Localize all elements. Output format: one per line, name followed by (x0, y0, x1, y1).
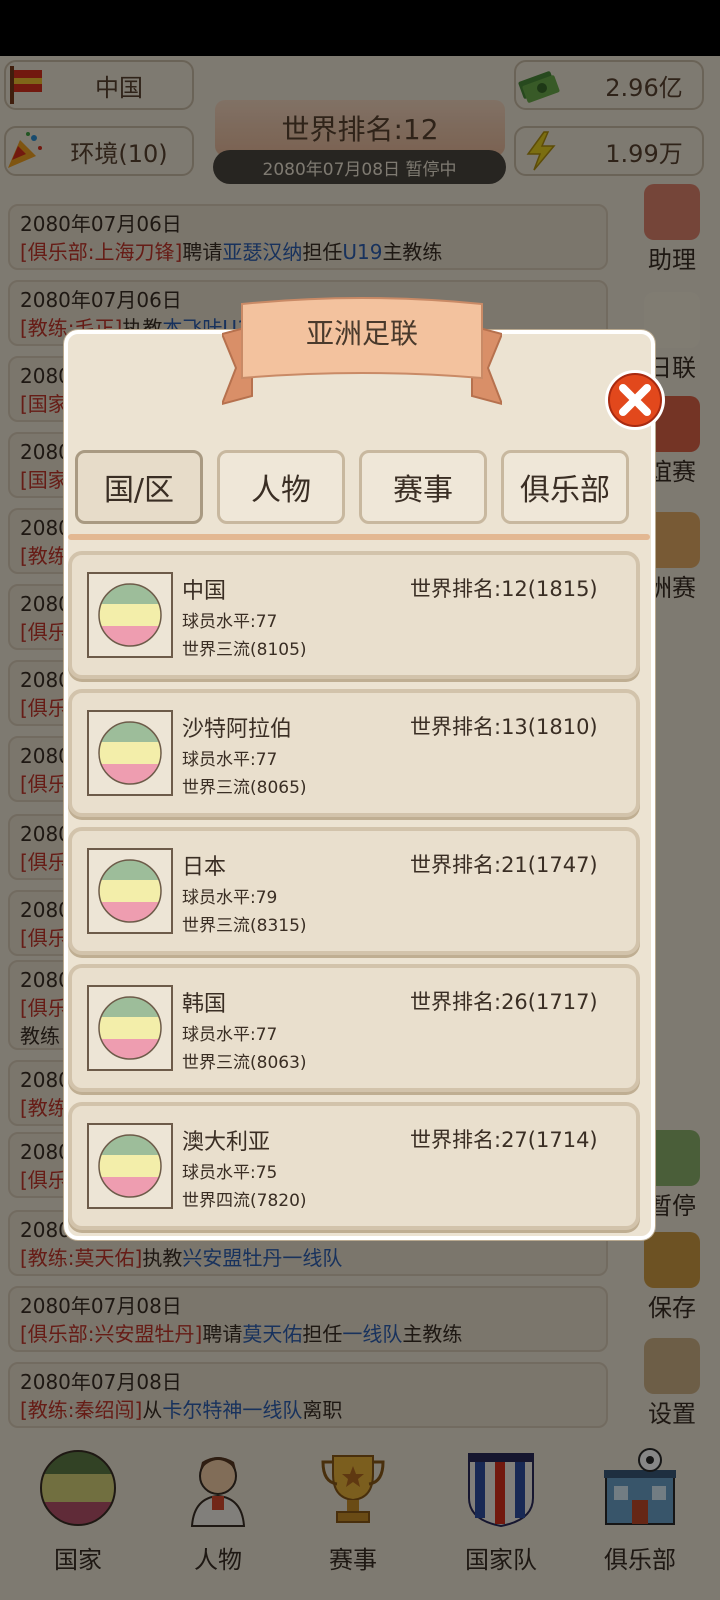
country-flag-icon (98, 859, 162, 923)
country-world-rank: 世界排名:12(1815) (410, 577, 598, 601)
tab-competition[interactable]: 赛事 (359, 450, 487, 524)
tab-person-label: 人物 (251, 473, 311, 508)
country-world-rank: 世界排名:21(1747) (410, 853, 598, 877)
country-name: 沙特阿拉伯 (182, 717, 293, 742)
tab-club-label: 俱乐部 (520, 473, 610, 508)
country-card[interactable]: 日本球员水平:79 世界三流(8315) 世界排名:21(1747) (68, 827, 640, 955)
country-flag-frame (87, 1123, 173, 1209)
country-flag-icon (98, 583, 162, 647)
country-card[interactable]: 沙特阿拉伯球员水平:77 世界三流(8065) 世界排名:13(1810) (68, 689, 640, 817)
country-world-rank: 世界排名:27(1714) (410, 1128, 598, 1152)
system-status-bar (0, 0, 720, 56)
country-world-rank: 世界排名:13(1810) (410, 715, 598, 739)
country-tier: 世界三流(8063) (182, 1053, 307, 1073)
tab-person[interactable]: 人物 (217, 450, 345, 524)
country-card[interactable]: 中国球员水平:77 世界三流(8105) 世界排名:12(1815) (68, 551, 640, 679)
country-flag-frame (87, 848, 173, 934)
country-tier: 世界三流(8105) (182, 640, 307, 660)
player-level: 球员水平:79 (182, 888, 278, 908)
title-ribbon (222, 297, 502, 406)
country-card[interactable]: 韩国球员水平:77 世界三流(8063) 世界排名:26(1717) (68, 964, 640, 1092)
player-level: 球员水平:77 (182, 1025, 278, 1045)
country-name: 日本 (182, 855, 227, 880)
country-flag-icon (98, 721, 162, 785)
country-card[interactable]: 澳大利亚球员水平:75 世界四流(7820) 世界排名:27(1714) (68, 1102, 640, 1230)
country-flag-frame (87, 572, 173, 658)
tab-region-label: 国/区 (103, 473, 175, 508)
tab-competition-label: 赛事 (393, 473, 453, 508)
country-name: 澳大利亚 (182, 1130, 271, 1155)
country-name: 中国 (182, 579, 227, 604)
tab-club[interactable]: 俱乐部 (501, 450, 629, 524)
tab-divider (68, 534, 650, 540)
country-tier: 世界三流(8315) (182, 916, 307, 936)
player-level: 球员水平:75 (182, 1163, 278, 1183)
country-flag-frame (87, 985, 173, 1071)
player-level: 球员水平:77 (182, 612, 278, 632)
country-name: 韩国 (182, 992, 227, 1017)
country-flag-frame (87, 710, 173, 796)
country-tier: 世界四流(7820) (182, 1191, 307, 1211)
tab-region[interactable]: 国/区 (75, 450, 203, 524)
player-level: 球员水平:77 (182, 750, 278, 770)
close-button[interactable] (603, 368, 667, 432)
country-flag-icon (98, 1134, 162, 1198)
country-world-rank: 世界排名:26(1717) (410, 990, 598, 1014)
country-tier: 世界三流(8065) (182, 778, 307, 798)
country-flag-icon (98, 996, 162, 1060)
